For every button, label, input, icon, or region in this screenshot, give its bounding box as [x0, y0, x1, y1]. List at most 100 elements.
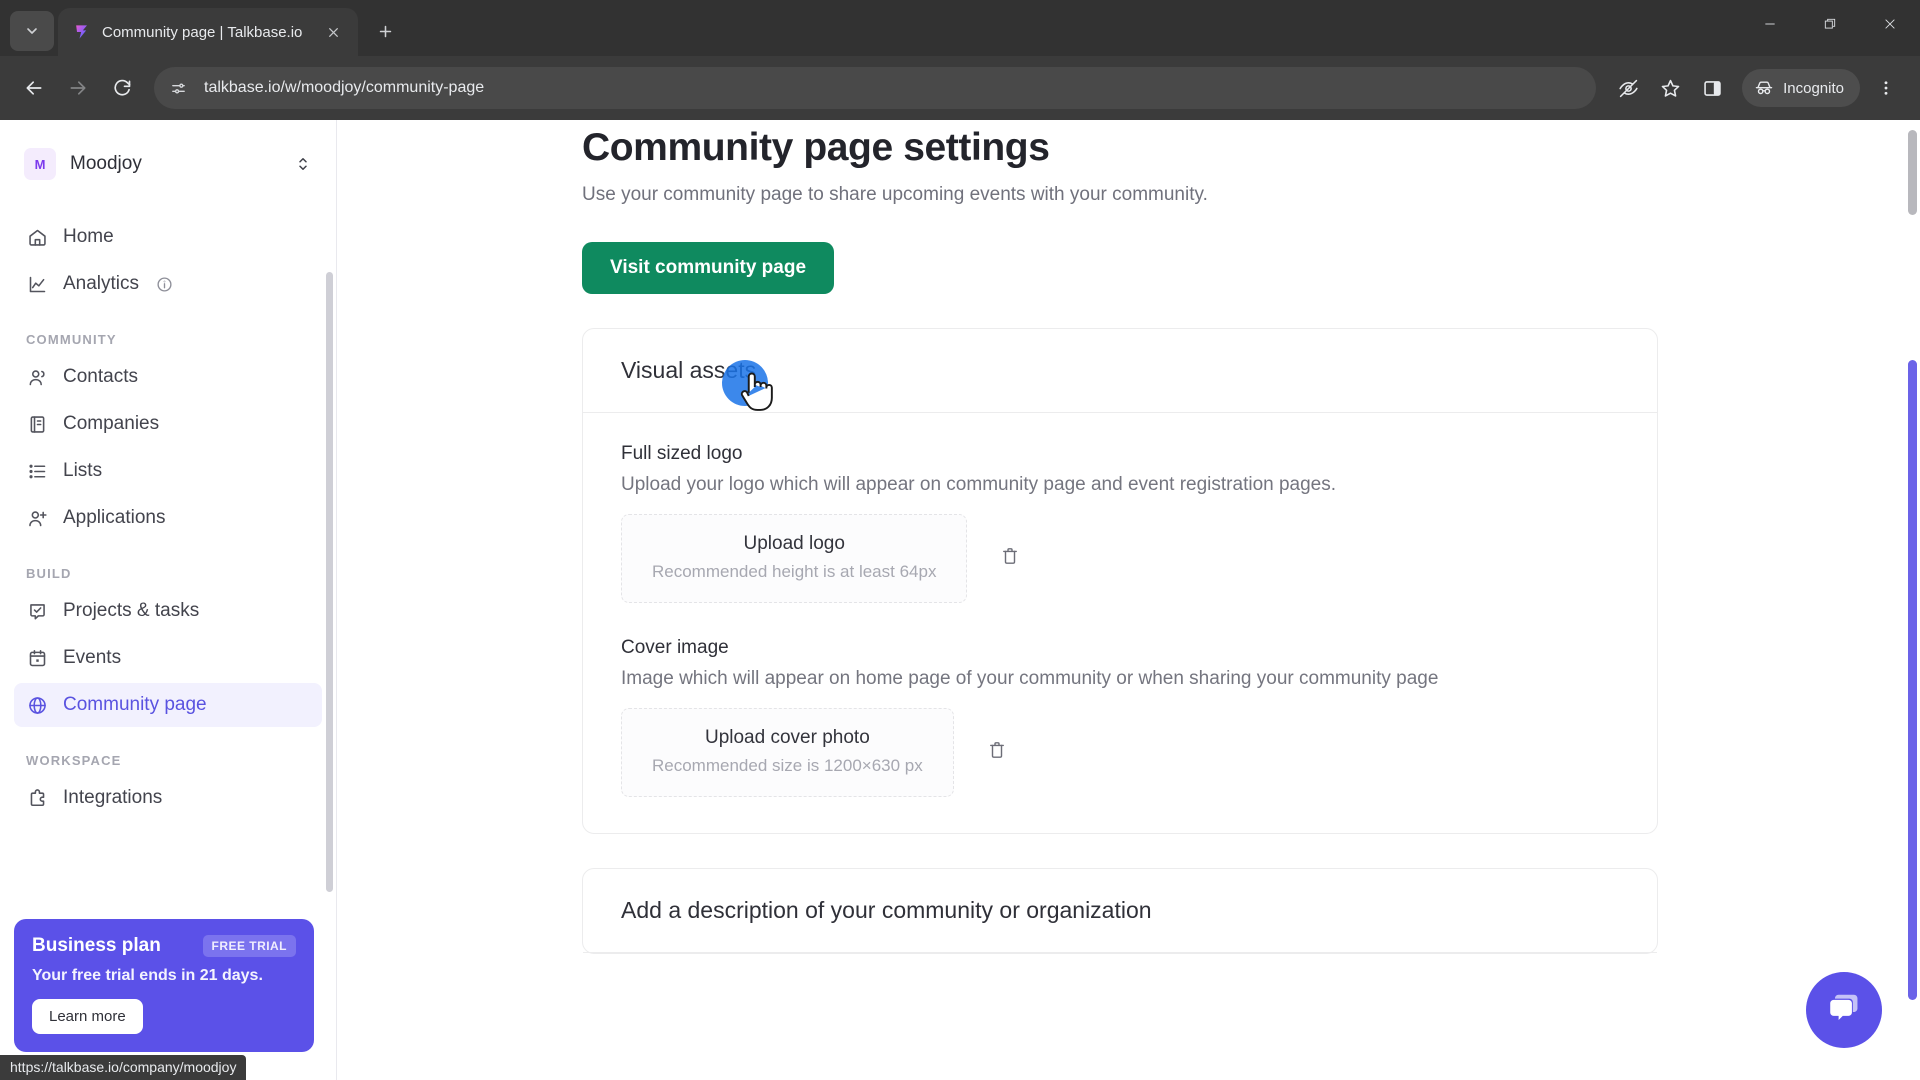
- restore-icon[interactable]: [1800, 0, 1860, 48]
- browser-toolbar: talkbase.io/w/moodjoy/community-page Inc…: [0, 56, 1920, 120]
- chat-bubbles-icon: [1825, 989, 1863, 1032]
- page-scrollbar-thumb-top[interactable]: [1908, 130, 1917, 215]
- delete-logo-button[interactable]: [993, 542, 1027, 576]
- sidebar-item-applications[interactable]: Applications: [14, 496, 322, 540]
- chart-line-icon: [26, 273, 48, 295]
- close-icon[interactable]: [320, 19, 346, 45]
- cover-image-field: Cover image Image which will appear on h…: [621, 637, 1619, 797]
- delete-cover-button[interactable]: [980, 736, 1014, 770]
- field-description: Upload your logo which will appear on co…: [621, 474, 1337, 495]
- chat-widget-button[interactable]: [1806, 972, 1882, 1048]
- sidebar-item-label: Lists: [63, 460, 103, 481]
- arrow-left-icon[interactable]: [14, 68, 54, 108]
- person-add-icon: [26, 507, 48, 529]
- arrow-right-icon[interactable]: [58, 68, 98, 108]
- trash-icon: [1000, 546, 1020, 571]
- sidebar-section-workspace: WORKSPACE: [26, 753, 122, 768]
- window-controls: [1740, 0, 1920, 48]
- sidebar-item-analytics[interactable]: Analytics: [14, 262, 322, 306]
- globe-icon: [26, 694, 48, 716]
- sidebar-item-projects-tasks[interactable]: Projects & tasks: [14, 589, 322, 633]
- link-status-bubble: https://talkbase.io/company/moodjoy: [0, 1055, 247, 1080]
- workspace-switcher[interactable]: M Moodjoy: [14, 138, 322, 190]
- visual-assets-card-body: Full sized logo Upload your logo which w…: [583, 413, 1657, 833]
- description-heading: Add a description of your community or o…: [621, 897, 1152, 923]
- tune-icon[interactable]: [164, 74, 192, 102]
- sidebar-item-companies[interactable]: Companies: [14, 402, 322, 446]
- field-label: Cover image: [621, 637, 729, 658]
- sidebar-item-lists[interactable]: Lists: [14, 449, 322, 493]
- sidebar-item-label: Events: [63, 647, 122, 668]
- sidebar-item-label: Home: [63, 226, 114, 247]
- browser-window: Community page | Talkbase.io talkbase.io…: [0, 0, 1920, 1080]
- page-scrollbar-thumb[interactable]: [1908, 360, 1917, 1000]
- sidebar-item-label: Applications: [63, 507, 166, 528]
- building-icon: [26, 413, 48, 435]
- tab-title: Community page | Talkbase.io: [102, 23, 303, 41]
- star-icon[interactable]: [1650, 68, 1690, 108]
- incognito-indicator[interactable]: Incognito: [1742, 69, 1860, 107]
- upload-logo-title: Upload logo: [743, 533, 845, 554]
- visual-assets-card-header: Visual assets: [583, 329, 1657, 413]
- free-trial-badge: FREE TRIAL: [202, 935, 296, 957]
- logo-upload-row: Upload logo Recommended height is at lea…: [621, 514, 1619, 603]
- plan-card-header: Business plan FREE TRIAL: [32, 935, 296, 957]
- tab-strip: Community page | Talkbase.io: [0, 0, 1920, 56]
- incognito-label: Incognito: [1783, 79, 1844, 97]
- full-sized-logo-field: Full sized logo Upload your logo which w…: [621, 443, 1619, 603]
- plan-upsell-card: Business plan FREE TRIAL Your free trial…: [14, 919, 314, 1052]
- sidebar-section-build: BUILD: [26, 566, 72, 581]
- eye-off-icon[interactable]: [1608, 68, 1648, 108]
- reload-icon[interactable]: [102, 68, 142, 108]
- field-description: Image which will appear on home page of …: [621, 668, 1439, 689]
- sidebar-item-label: Integrations: [63, 787, 163, 808]
- sidebar-item-contacts[interactable]: Contacts: [14, 355, 322, 399]
- side-panel-icon[interactable]: [1692, 68, 1732, 108]
- window-close-icon[interactable]: [1860, 0, 1920, 48]
- three-dots-vertical-icon[interactable]: [1866, 66, 1906, 110]
- visit-community-page-button[interactable]: Visit community page: [582, 242, 835, 294]
- sidebar-item-label: Analytics: [63, 273, 140, 294]
- main-content: Community page settings Use your communi…: [337, 120, 1920, 1080]
- visual-assets-card: Visual assets Full sized logo Upload you…: [582, 328, 1658, 834]
- upload-cover-title: Upload cover photo: [704, 727, 870, 748]
- upload-cover-dropzone[interactable]: Upload cover photo Recommended size is 1…: [621, 708, 954, 797]
- sidebar-section-community: COMMUNITY: [26, 332, 117, 347]
- address-bar[interactable]: talkbase.io/w/moodjoy/community-page: [154, 67, 1597, 109]
- sidebar-item-community-page[interactable]: Community page: [14, 683, 322, 727]
- browser-tab[interactable]: Community page | Talkbase.io: [58, 8, 358, 56]
- sidebar-scrollbar[interactable]: [326, 272, 333, 892]
- field-label: Full sized logo: [621, 443, 743, 464]
- sidebar-item-label: Projects & tasks: [63, 600, 200, 621]
- page-title: Community page settings: [582, 126, 1050, 169]
- list-icon: [26, 460, 48, 482]
- sidebar-item-label: Community page: [63, 694, 207, 715]
- calendar-icon: [26, 647, 48, 669]
- workspace-avatar: M: [24, 148, 56, 180]
- minimize-icon[interactable]: [1740, 0, 1800, 48]
- upload-cover-hint: Recommended size is 1200×630 px: [652, 756, 923, 775]
- info-circle-icon[interactable]: [156, 276, 173, 293]
- tab-search-button[interactable]: [10, 11, 54, 51]
- chevron-up-down-icon[interactable]: [294, 155, 312, 173]
- sidebar-item-events[interactable]: Events: [14, 636, 322, 680]
- plan-title: Business plan: [32, 935, 161, 956]
- sidebar-item-home[interactable]: Home: [14, 215, 322, 259]
- description-card: Add a description of your community or o…: [582, 868, 1658, 954]
- talkbase-logo-icon: [72, 22, 92, 42]
- page-viewport: M Moodjoy Home Analytics COMMUNITY Conta…: [0, 120, 1920, 1080]
- sidebar-item-integrations[interactable]: Integrations: [14, 776, 322, 820]
- cover-upload-row: Upload cover photo Recommended size is 1…: [621, 708, 1619, 797]
- plan-subtitle: Your free trial ends in 21 days.: [32, 967, 263, 984]
- upload-logo-dropzone[interactable]: Upload logo Recommended height is at lea…: [621, 514, 968, 603]
- learn-more-button[interactable]: Learn more: [32, 999, 143, 1034]
- visual-assets-heading: Visual assets: [621, 357, 757, 383]
- app-sidebar: M Moodjoy Home Analytics COMMUNITY Conta…: [0, 120, 337, 1080]
- check-square-icon: [26, 600, 48, 622]
- new-tab-button[interactable]: [364, 10, 406, 52]
- workspace-name: Moodjoy: [70, 153, 142, 174]
- page-subtitle: Use your community page to share upcomin…: [582, 184, 1208, 205]
- content-container: Community page settings Use your communi…: [337, 126, 1658, 954]
- puzzle-icon: [26, 787, 48, 809]
- upload-logo-hint: Recommended height is at least 64px: [652, 562, 937, 581]
